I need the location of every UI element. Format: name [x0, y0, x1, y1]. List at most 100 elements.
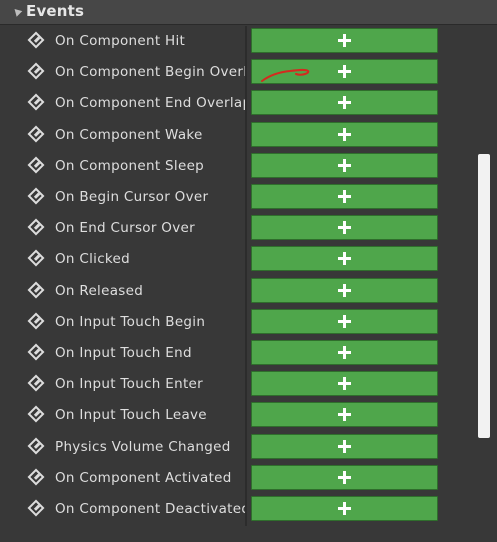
event-label: On Component Activated — [55, 470, 232, 486]
event-diamond-icon — [27, 156, 45, 174]
event-row: On Component Activated — [0, 463, 470, 494]
add-event-button[interactable] — [251, 496, 438, 521]
plus-icon — [338, 471, 351, 484]
plus-icon — [338, 502, 351, 515]
event-name-cell: On Input Touch Leave — [0, 400, 245, 431]
plus-icon — [338, 252, 351, 265]
event-label: On Component Sleep — [55, 158, 205, 174]
collapse-arrow-icon[interactable] — [11, 6, 23, 17]
add-event-button[interactable] — [251, 402, 438, 427]
event-name-cell: On Component Wake — [0, 120, 245, 151]
event-name-cell: On End Cursor Over — [0, 213, 245, 244]
event-label: On Component End Overlap — [55, 95, 245, 111]
event-diamond-icon — [27, 343, 45, 361]
event-row: On Input Touch Enter — [0, 369, 470, 400]
scrollbar-thumb[interactable] — [478, 154, 490, 438]
event-label: On Begin Cursor Over — [55, 189, 209, 205]
event-name-cell: On Component End Overlap — [0, 88, 245, 119]
event-diamond-icon — [27, 249, 45, 267]
event-row: On Input Touch Begin — [0, 307, 470, 338]
add-event-button[interactable] — [251, 309, 438, 334]
event-name-cell: On Component Hit — [0, 26, 245, 57]
add-event-button[interactable] — [251, 340, 438, 365]
add-event-button[interactable] — [251, 122, 438, 147]
event-diamond-icon — [27, 187, 45, 205]
plus-icon — [338, 34, 351, 47]
plus-icon — [338, 440, 351, 453]
event-diamond-icon — [27, 468, 45, 486]
event-label: On Input Touch Leave — [55, 407, 207, 423]
event-diamond-icon — [27, 405, 45, 423]
event-name-cell: On Released — [0, 276, 245, 307]
event-row: On Component Wake — [0, 120, 470, 151]
event-row: On Begin Cursor Over — [0, 182, 470, 213]
plus-icon — [338, 128, 351, 141]
event-name-cell: On Clicked — [0, 244, 245, 275]
event-row: On Clicked — [0, 244, 470, 275]
events-section-header[interactable]: Events — [0, 0, 497, 25]
plus-icon — [338, 346, 351, 359]
event-diamond-icon — [27, 374, 45, 392]
event-diamond-icon — [27, 62, 45, 80]
details-panel: Events On Component Hit On Component Begi… — [0, 0, 497, 542]
event-label: On End Cursor Over — [55, 220, 195, 236]
event-row: On Released — [0, 276, 470, 307]
event-row: On Input Touch End — [0, 338, 470, 369]
plus-icon — [338, 190, 351, 203]
plus-icon — [338, 408, 351, 421]
event-row: On Component Sleep — [0, 151, 470, 182]
event-diamond-icon — [27, 281, 45, 299]
plus-icon — [338, 315, 351, 328]
event-label: On Component Hit — [55, 33, 186, 49]
add-event-button[interactable] — [251, 59, 438, 84]
event-label: On Input Touch End — [55, 345, 192, 361]
plus-icon — [338, 221, 351, 234]
event-row: On Component End Overlap — [0, 88, 470, 119]
event-row: Physics Volume Changed — [0, 432, 470, 463]
event-diamond-icon — [27, 93, 45, 111]
event-name-cell: On Component Activated — [0, 463, 245, 494]
add-event-button[interactable] — [251, 246, 438, 271]
add-event-button[interactable] — [251, 215, 438, 240]
event-label: On Input Touch Enter — [55, 376, 203, 392]
plus-icon — [338, 65, 351, 78]
add-event-button[interactable] — [251, 434, 438, 459]
event-label: On Component Deactivated — [55, 501, 245, 517]
section-title: Events — [26, 2, 85, 20]
event-row: On End Cursor Over — [0, 213, 470, 244]
event-name-cell: On Component Deactivated — [0, 494, 245, 525]
event-label: On Clicked — [55, 251, 131, 267]
event-label: On Released — [55, 283, 144, 299]
event-diamond-icon — [27, 499, 45, 517]
add-event-button[interactable] — [251, 90, 438, 115]
event-label: On Component Wake — [55, 127, 203, 143]
plus-icon — [338, 159, 351, 172]
event-diamond-icon — [27, 218, 45, 236]
add-event-button[interactable] — [251, 278, 438, 303]
event-name-cell: On Input Touch Begin — [0, 307, 245, 338]
event-name-cell: On Component Begin Overlap — [0, 57, 245, 88]
event-row: On Input Touch Leave — [0, 400, 470, 431]
add-event-button[interactable] — [251, 371, 438, 396]
event-name-cell: On Input Touch Enter — [0, 369, 245, 400]
event-name-cell: Physics Volume Changed — [0, 432, 245, 463]
add-event-button[interactable] — [251, 184, 438, 209]
event-row: On Component Deactivated — [0, 494, 470, 525]
plus-icon — [338, 284, 351, 297]
event-diamond-icon — [27, 312, 45, 330]
event-row: On Component Begin Overlap — [0, 57, 470, 88]
event-diamond-icon — [27, 437, 45, 455]
event-diamond-icon — [27, 31, 45, 49]
event-row: On Component Hit — [0, 26, 470, 57]
event-label: On Input Touch Begin — [55, 314, 206, 330]
plus-icon — [338, 96, 351, 109]
add-event-button[interactable] — [251, 465, 438, 490]
event-label: On Component Begin Overlap — [55, 64, 245, 80]
event-label: Physics Volume Changed — [55, 439, 231, 455]
event-name-cell: On Begin Cursor Over — [0, 182, 245, 213]
event-name-cell: On Input Touch End — [0, 338, 245, 369]
add-event-button[interactable] — [251, 153, 438, 178]
add-event-button[interactable] — [251, 28, 438, 53]
plus-icon — [338, 377, 351, 390]
event-diamond-icon — [27, 125, 45, 143]
